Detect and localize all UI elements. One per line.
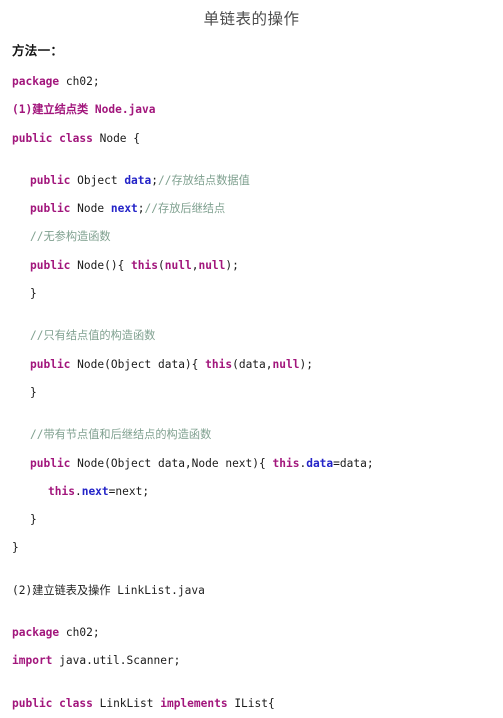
code-token-kw: import — [12, 654, 53, 668]
code-token-kw: null — [198, 258, 226, 272]
code-token-hdr-magenta: (1)建立结点类 — [12, 103, 89, 117]
code-token-kw: this — [48, 484, 75, 498]
code-token-cmt: //只有结点值的构造函数 — [30, 329, 156, 343]
document-page: 单链表的操作 方法一： package ch02; (1)建立结点类 Node.j… — [0, 0, 503, 711]
code-token-kw: this — [205, 357, 233, 371]
code-line: public class Node { — [0, 125, 503, 153]
code-token-kw: public — [12, 131, 53, 145]
code-token-pln: Object — [70, 173, 125, 187]
code-token-fld: data — [306, 456, 334, 470]
code-token-kw: public — [30, 456, 71, 470]
code-token-pln: . — [74, 484, 82, 498]
code-token-pln: Node — [70, 202, 111, 216]
code-line: (2)建立链表及操作 LinkList.java — [0, 577, 503, 605]
code-token-fld: data — [124, 173, 152, 187]
code-token-pln: ; — [137, 202, 145, 216]
code-token-hdr-magenta: Node.java — [88, 103, 156, 117]
code-token-pln: =data; — [333, 456, 374, 470]
code-token-pln: ; — [151, 173, 159, 187]
code-token-kw: class — [59, 131, 93, 145]
code-line: public Node next;//存放后继结点 — [0, 195, 503, 223]
code-token-kw: implements — [160, 696, 228, 710]
code-token-pln: ( — [158, 258, 165, 272]
code-token-kw: class — [59, 696, 93, 710]
code-token-pln: ); — [225, 258, 239, 272]
code-token-pln: =next; — [108, 484, 150, 498]
code-token-pln: Node(Object data){ — [70, 357, 206, 371]
code-token-cmt: //存放后继结点 — [144, 202, 226, 216]
page-title: 单链表的操作 — [203, 10, 300, 28]
code-token-kw: public — [30, 357, 71, 371]
code-token-pln: java.util.Scanner; — [52, 654, 181, 668]
code-line: } — [0, 280, 503, 308]
code-token-kw: this — [272, 456, 300, 470]
code-token-pln: Node { — [92, 131, 141, 145]
code-token-pln: ); — [299, 357, 313, 371]
code-token-pln: Node(){ — [70, 258, 132, 272]
code-line: //无参构造函数 — [0, 223, 503, 251]
code-token-kw: package — [12, 75, 60, 88]
code-line: this.next=next; — [0, 478, 503, 506]
code-token-kw: this — [131, 258, 158, 272]
code-token-hdr-plain: (2)建立链表及操作 — [12, 583, 111, 597]
code-line: public Node(Object data){ this(data,null… — [0, 351, 503, 379]
code-token-kw: public — [30, 258, 71, 272]
code-token-kw: null — [164, 258, 192, 272]
code-line: } — [0, 506, 503, 534]
code-token-kw: public — [30, 202, 71, 216]
code-line: public Object data;//存放结点数据值 — [0, 167, 503, 195]
code-token-cmt: //无参构造函数 — [30, 230, 111, 244]
code-token-pln: (data, — [232, 357, 273, 371]
code-line: public class LinkList implements IList{ — [0, 690, 503, 718]
code-token-pln: Node(Object data,Node next){ — [70, 456, 273, 470]
code-token-pln: IList{ — [227, 696, 275, 710]
code-token-fld: next — [81, 484, 109, 498]
code-line: //只有结点值的构造函数 — [0, 322, 503, 350]
code-token-pln: } — [12, 541, 19, 555]
code-token-pln: } — [30, 385, 37, 399]
code-line: import java.util.Scanner; — [0, 647, 503, 675]
code-token-pln: } — [30, 287, 37, 301]
code-token-pln: } — [30, 513, 37, 527]
code-token-hdr-plain: LinkList.java — [110, 583, 205, 597]
code-line: package ch02; — [0, 68, 503, 96]
code-token-kw: null — [272, 357, 300, 371]
code-line: package ch02; — [0, 619, 503, 647]
code-token-kw: public — [12, 696, 53, 710]
code-token-pln: LinkList — [92, 696, 161, 710]
code-line: } — [0, 534, 503, 562]
code-line: //带有节点值和后继结点的构造函数 — [0, 421, 503, 449]
code-token-pln: ch02; — [59, 75, 100, 88]
code-token-fld: next — [110, 202, 138, 216]
code-token-pln: ch02; — [59, 626, 100, 640]
code-token-cmt: //存放结点数据值 — [158, 173, 250, 187]
code-line: public Node(Object data,Node next){ this… — [0, 450, 503, 478]
code-token-kw: package — [12, 626, 60, 640]
code-line: public Node(){ this(null,null); — [0, 252, 503, 280]
code-line: } — [0, 379, 503, 407]
section-heading-method-one: 方法一： — [12, 43, 64, 58]
code-token-kw: public — [30, 173, 71, 187]
code-line: (1)建立结点类 Node.java — [0, 96, 503, 124]
code-listing: package ch02; (1)建立结点类 Node.java public cl… — [0, 68, 503, 718]
code-token-cmt: //带有节点值和后继结点的构造函数 — [30, 428, 212, 442]
